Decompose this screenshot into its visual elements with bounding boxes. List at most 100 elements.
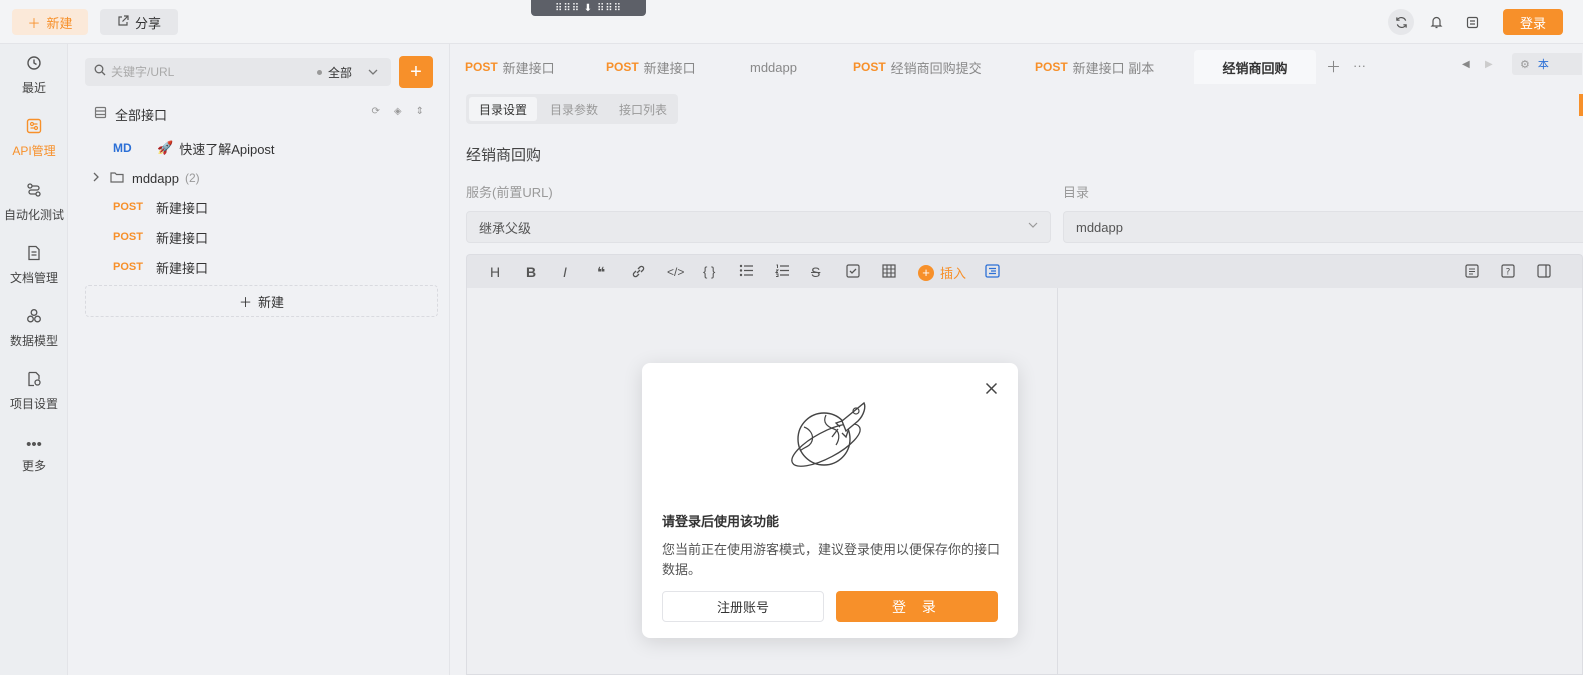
tab-method: POST (465, 60, 498, 74)
strikethrough-icon[interactable]: S (811, 264, 820, 280)
tree-folder-mddapp[interactable]: mddapp (2) (69, 164, 450, 192)
api-tree-panel: 全部 + 全部接口 ⟳ ◈ ⇕ MD 🚀 快速了解Apipost mddapp (69, 44, 450, 675)
more-tabs-icon[interactable]: ··· (1353, 58, 1366, 73)
markdown-editor[interactable] (466, 288, 1583, 675)
tree-item-post[interactable]: POST 新建接口 (69, 193, 450, 221)
tab-post-new-copy[interactable]: POST 新建接口 副本 (1035, 50, 1154, 84)
ordered-list-icon[interactable] (774, 264, 790, 280)
method-badge: POST (113, 201, 143, 213)
new-button-label: 新建 (46, 15, 73, 31)
filter-select[interactable]: 全部 (317, 64, 378, 81)
directory-select[interactable]: mddapp (1063, 211, 1583, 243)
tree-item-md[interactable]: MD 🚀 快速了解Apipost (69, 134, 450, 162)
nav-item-api[interactable]: API管理 (0, 109, 68, 167)
plus-icon: ＋ (27, 15, 41, 31)
subtab-api-list[interactable]: 接口列表 (609, 97, 677, 121)
tab-post-new-1[interactable]: POST 新建接口 (465, 50, 555, 84)
method-badge: POST (113, 231, 143, 243)
plus-icon: + (410, 60, 422, 83)
directory-title: 经销商回购 (466, 147, 542, 164)
tab-next-icon[interactable]: ▶ (1485, 59, 1493, 70)
tab-mddapp[interactable]: mddapp (750, 50, 797, 84)
insert-button[interactable]: + 插入 (918, 263, 966, 282)
checkbox-icon[interactable] (846, 264, 860, 281)
service-select[interactable]: 继承父级 (466, 211, 1051, 243)
document-icon (26, 245, 42, 265)
new-button[interactable]: ＋ 新建 (12, 9, 88, 35)
plus-circle-icon: + (918, 264, 934, 281)
service-label: 服务(前置URL) (466, 185, 553, 200)
link-icon[interactable] (631, 264, 646, 282)
refresh-icon[interactable]: ⟳ (372, 106, 380, 117)
tree-new-button[interactable]: ＋ 新建 (85, 285, 438, 317)
bold-icon[interactable]: B (526, 264, 536, 280)
sync-icon[interactable] (1388, 9, 1414, 35)
tab-label: 新建接口 副本 (1072, 60, 1155, 76)
tab-prev-icon[interactable]: ◀ (1462, 59, 1470, 70)
nav-item-auto-test[interactable]: 自动化测试 (0, 173, 68, 231)
quote-icon[interactable]: ❝ (597, 264, 605, 281)
login-button[interactable]: 登 录 (836, 591, 998, 622)
tree-root-all-apis[interactable]: 全部接口 ⟳ ◈ ⇕ (94, 104, 434, 124)
right-edge-accent (1579, 94, 1583, 116)
outline-icon[interactable] (1465, 264, 1479, 281)
bell-icon[interactable] (1423, 9, 1449, 35)
nav-item-label: 项目设置 (9, 396, 58, 411)
nav-item-data-model[interactable]: 数据模型 (0, 299, 68, 357)
code-block-icon[interactable]: { } (703, 264, 715, 279)
svg-text:?: ? (1506, 268, 1511, 278)
env-selector[interactable]: ⚙ 本 (1512, 53, 1582, 75)
tab-label: 新建接口 (502, 60, 555, 76)
toc-icon[interactable] (985, 264, 1000, 281)
nav-item-more[interactable]: ••• 更多 (0, 426, 68, 484)
collapse-icon[interactable]: ⇕ (416, 106, 424, 117)
tab-method: POST (606, 60, 639, 74)
env-label: 本 (1537, 59, 1549, 71)
sub-tabs: 目录设置 目录参数 接口列表 (466, 94, 678, 124)
rocket-planet-illustration (791, 401, 866, 467)
plus-icon: ＋ (238, 294, 252, 310)
tree-item-post[interactable]: POST 新建接口 (69, 223, 450, 251)
tree-tools: ⟳ ◈ ⇕ (372, 106, 424, 117)
nav-item-docs[interactable]: 文档管理 (0, 236, 68, 294)
locate-icon[interactable]: ◈ (394, 106, 402, 117)
modal-description: 您当前正在使用游客模式，建议登录使用以便保存你的接口数据。 (662, 542, 1001, 577)
tab-post-new-2[interactable]: POST 新建接口 (606, 50, 696, 84)
login-button-top[interactable]: 登录 (1503, 9, 1563, 35)
search-input[interactable] (111, 62, 301, 82)
tab-dealer-buyback[interactable]: 经销商回购 (1194, 50, 1316, 84)
help-icon[interactable]: ? (1501, 264, 1515, 281)
nav-item-recent[interactable]: 最近 (0, 46, 68, 104)
service-value: 继承父级 (479, 220, 532, 236)
subtab-dir-settings[interactable]: 目录设置 (469, 97, 538, 121)
chevron-right-icon[interactable] (93, 172, 100, 185)
register-button[interactable]: 注册账号 (662, 591, 824, 622)
tree-item-post[interactable]: POST 新建接口 (69, 253, 450, 281)
add-api-button[interactable]: + (399, 56, 433, 88)
italic-icon[interactable]: I (563, 264, 567, 280)
tab-method: POST (1035, 60, 1068, 74)
tree-new-label: 新建 (258, 294, 285, 310)
heading-icon[interactable]: H (490, 264, 500, 280)
env-gear-icon: ⚙ (1520, 58, 1530, 71)
subtab-dir-params[interactable]: 目录参数 (540, 97, 608, 121)
nav-item-label: 最近 (21, 80, 46, 95)
model-icon (26, 308, 42, 328)
code-icon[interactable]: </> (667, 265, 684, 279)
server-icon (94, 106, 107, 122)
nav-item-project-settings[interactable]: 项目设置 (0, 362, 68, 420)
split-view-icon[interactable] (1537, 264, 1551, 281)
rocket-emoji-icon: 🚀 (157, 140, 174, 155)
top-bar: ＋ 新建 分享 ⠿⠿⠿ ⬇ ⠿⠿⠿ 登录 (0, 0, 1583, 44)
bullet-list-icon[interactable] (739, 264, 754, 280)
tab-bar: POST 新建接口 POST 新建接口 mddapp POST 经销商回购提交 … (451, 44, 1583, 84)
tree-item-label: 快速了解Apipost (179, 141, 275, 157)
notes-icon[interactable] (1459, 9, 1485, 35)
table-icon[interactable] (882, 264, 896, 281)
api-icon (26, 118, 42, 138)
close-icon[interactable] (985, 380, 998, 398)
drag-handle-icon[interactable]: ⠿⠿⠿ ⬇ ⠿⠿⠿ (531, 0, 646, 16)
add-tab-icon[interactable]: ＋ (1326, 56, 1341, 77)
tab-post-dealer-submit[interactable]: POST 经销商回购提交 (853, 50, 982, 84)
share-button[interactable]: 分享 (100, 9, 178, 35)
